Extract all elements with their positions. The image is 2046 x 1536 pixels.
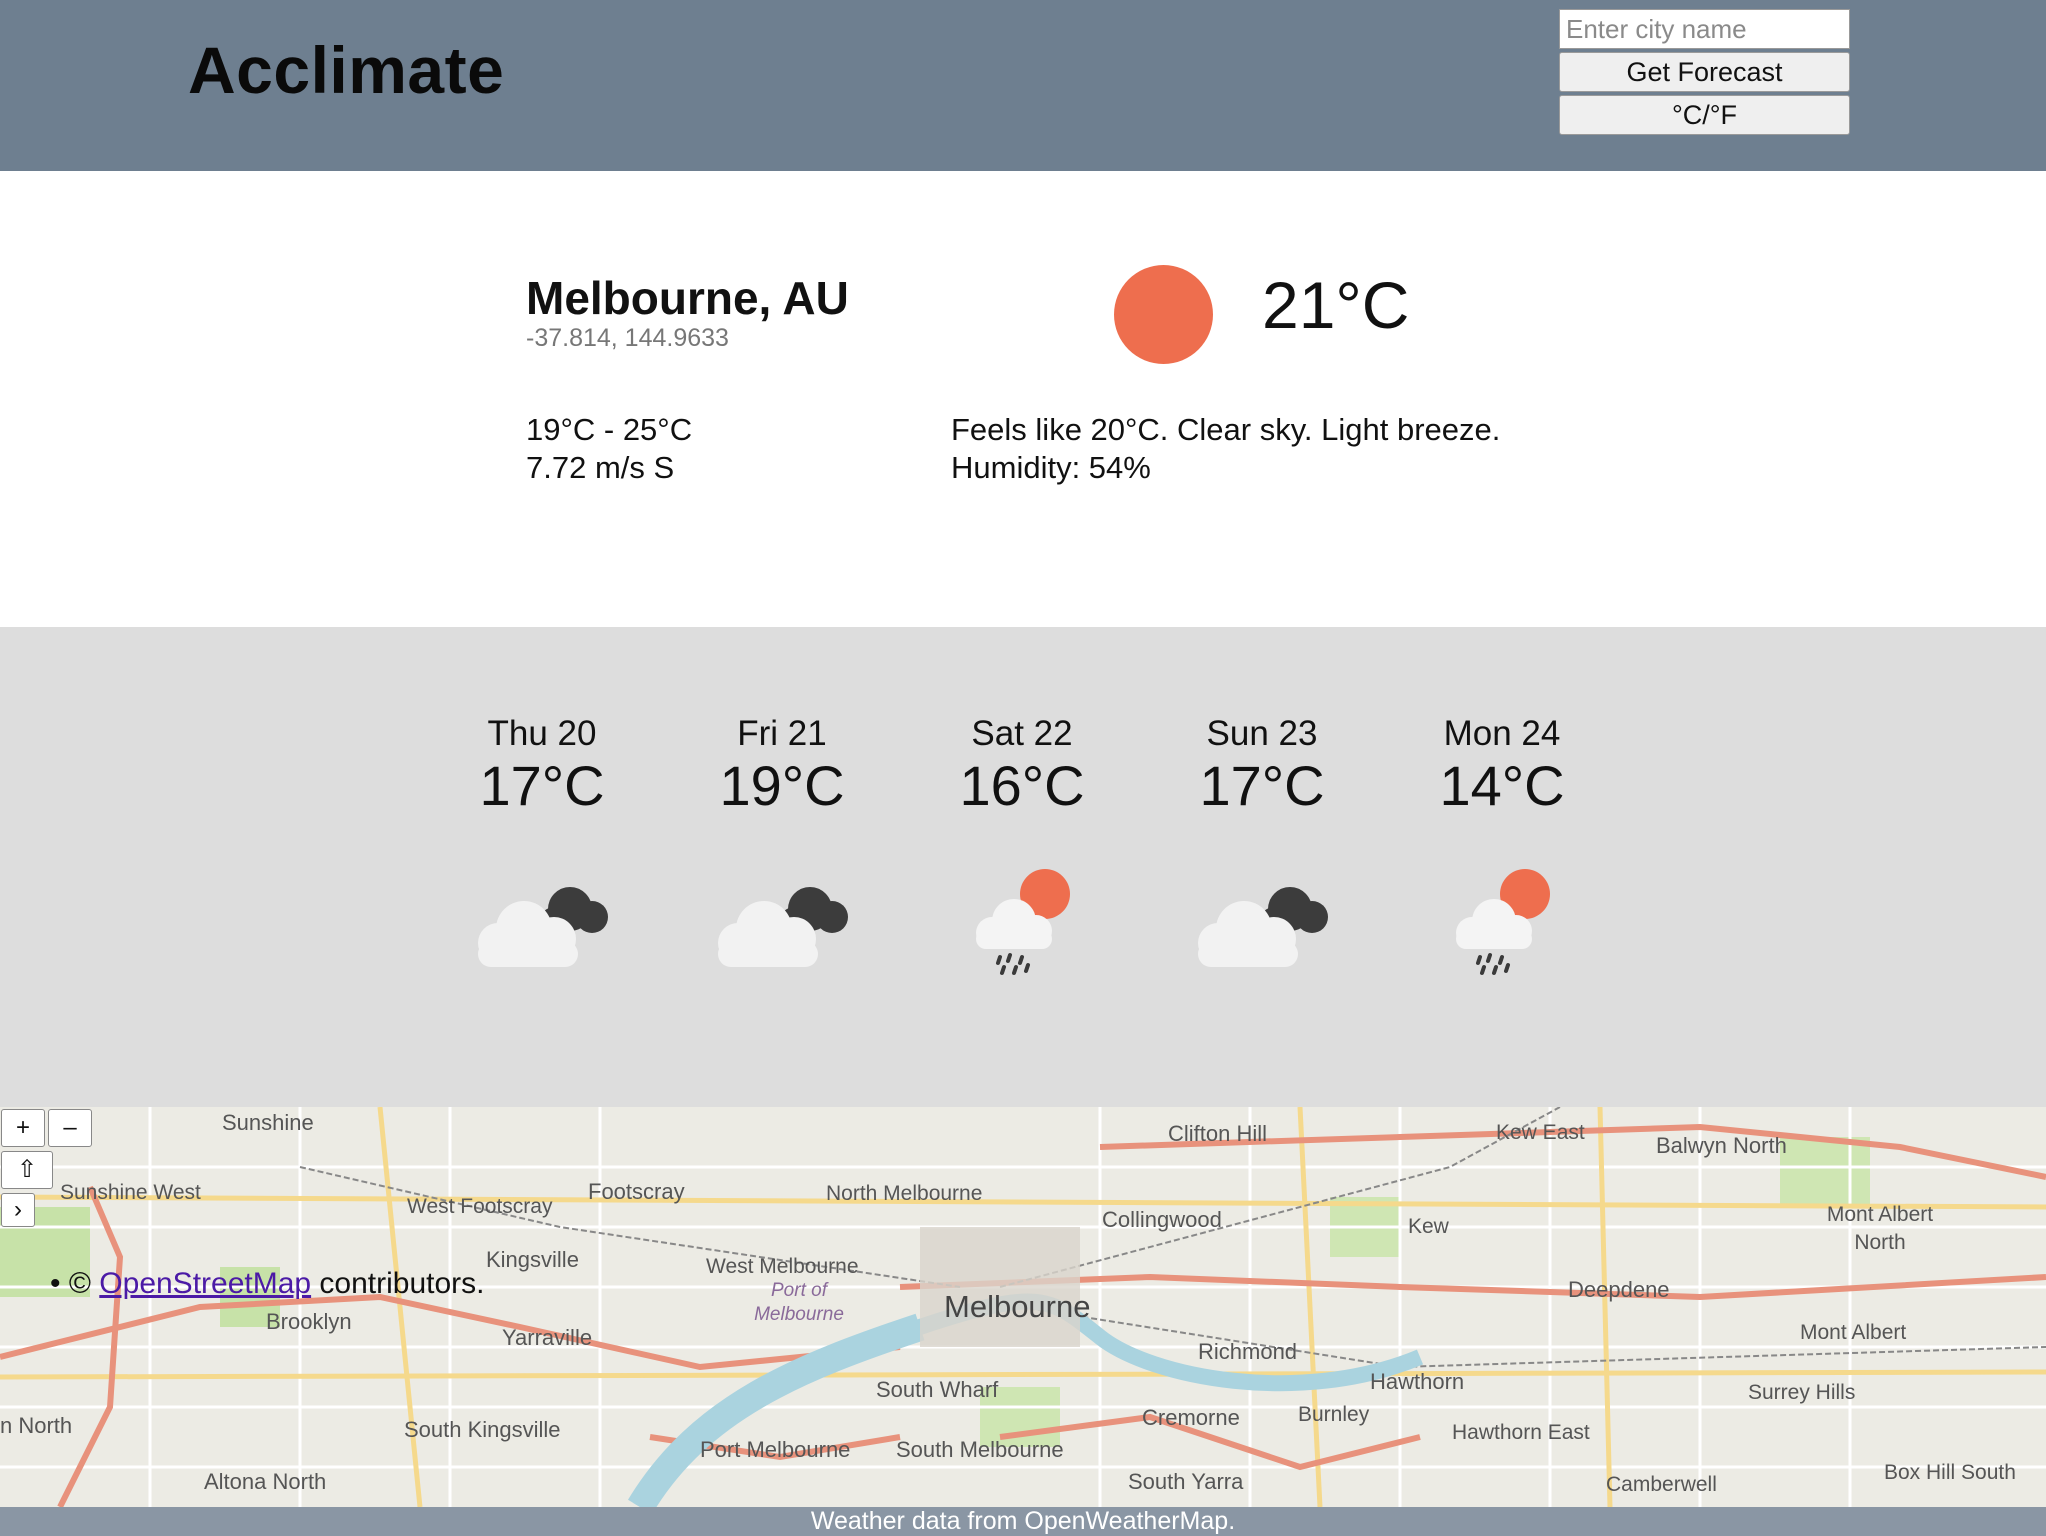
weather-summary: Feels like 20°C. Clear sky. Light breeze… (951, 412, 1501, 447)
map-label-port-of-melbourne: Port of Melbourne (754, 1280, 844, 1325)
forecast-day-label: Sat 22 (971, 714, 1073, 753)
map-attribution: • © OpenStreetMap contributors. (50, 1267, 485, 1301)
forecast-day-temp: 16°C (959, 754, 1085, 817)
expand-icon[interactable]: › (1, 1193, 35, 1227)
app-logo: Acclimate (188, 33, 505, 107)
map-label-north: n North (0, 1413, 73, 1438)
cloud-icon (478, 887, 608, 967)
forecast-day-3: Sat 22 16°C (902, 713, 1142, 817)
map-label-camberwell: Camberwell (1606, 1473, 1717, 1496)
zoom-in-button[interactable]: + (1, 1109, 45, 1147)
map-label-collingwood: Collingwood (1102, 1207, 1222, 1232)
forecast-day-label: Thu 20 (487, 714, 597, 753)
attribution-prefix: © (68, 1267, 100, 1300)
sun-icon (1114, 265, 1213, 364)
get-forecast-button[interactable]: Get Forecast (1559, 52, 1850, 92)
map-label-sunshine-west: Sunshine West (60, 1181, 201, 1204)
app-header: Acclimate Get Forecast °C/°F (0, 0, 2046, 171)
forecast-day-1: Thu 20 17°C (422, 713, 662, 817)
map-label-altona-north: Altona North (204, 1469, 327, 1494)
humidity: Humidity: 54% (951, 450, 1151, 485)
map-label-brooklyn: Brooklyn (266, 1309, 352, 1334)
forecast-day-label: Sun 23 (1206, 714, 1318, 753)
map-label-south-kingsville: South Kingsville (404, 1417, 561, 1442)
city-name: Melbourne, AU (526, 272, 849, 324)
attribution-suffix: contributors. (311, 1267, 485, 1300)
cloud-icon (718, 887, 848, 967)
forecast-day-4: Sun 23 17°C (1142, 713, 1382, 817)
map-label-mont-albert: Mont Albert (1800, 1321, 1907, 1344)
map-label-south-melbourne: South Melbourne (896, 1437, 1064, 1462)
cloud-icon (1198, 887, 1328, 967)
temp-wind-block: 19°C - 25°C 7.72 m/s S (526, 411, 692, 487)
map-label-deepdene: Deepdene (1568, 1277, 1670, 1302)
unit-toggle-button[interactable]: °C/°F (1559, 95, 1850, 135)
forecast-day-5: Mon 24 14°C (1382, 713, 1622, 817)
map-label-footscray: Footscray (588, 1179, 685, 1204)
map-label-kingsville: Kingsville (486, 1247, 579, 1272)
map-label-surrey-hills: Surrey Hills (1748, 1381, 1856, 1404)
map-label-north-melbourne: North Melbourne (826, 1182, 983, 1205)
temperature-range: 19°C - 25°C (526, 412, 693, 447)
zoom-out-button[interactable]: – (48, 1109, 92, 1147)
forecast-panel: Thu 20 17°C Fri 21 19°C Sat 22 16°C Sun … (0, 627, 2046, 1107)
city-coordinates: -37.814, 144.9633 (526, 324, 729, 352)
forecast-day-label: Mon 24 (1443, 714, 1561, 753)
forecast-day-temp: 17°C (479, 754, 605, 817)
current-temperature: 21°C (1262, 268, 1410, 342)
map-label-yarraville: Yarraville (502, 1325, 593, 1350)
map-label-balwyn-north: Balwyn North (1656, 1133, 1787, 1158)
forecast-day-2: Fri 21 19°C (662, 713, 902, 817)
map-label-hawthorn: Hawthorn (1370, 1369, 1465, 1394)
map-label-burnley: Burnley (1298, 1403, 1370, 1426)
map-label-box-hill-south: Box Hill South (1884, 1461, 2016, 1484)
map-label-west-melbourne: West Melbourne (706, 1255, 859, 1278)
map-label-port-melbourne: Port Melbourne (700, 1437, 851, 1462)
map-label-south-wharf: South Wharf (876, 1377, 999, 1402)
map-label-richmond: Richmond (1198, 1339, 1298, 1364)
home-icon[interactable]: ⇧ (1, 1151, 53, 1189)
map-label-mont-albert-north: Mont Albert North (1826, 1203, 1934, 1254)
city-search-input[interactable] (1559, 9, 1850, 49)
map-label-kew-east: Kew East (1496, 1121, 1585, 1144)
forecast-day-temp: 17°C (1199, 754, 1325, 817)
map-label-sunshine: Sunshine (222, 1110, 314, 1135)
map-label-cremorne: Cremorne (1142, 1405, 1240, 1430)
forecast-day-label: Fri 21 (737, 714, 827, 753)
rain-sun-icon (976, 869, 1070, 975)
map-view[interactable]: Sunshine Sunshine West Footscray West Fo… (0, 1107, 2046, 1507)
map-label-west-footscray: West Footscray (407, 1195, 553, 1218)
forecast-day-temp: 19°C (719, 754, 845, 817)
bullet-icon: • (50, 1267, 69, 1300)
map-label-kew: Kew (1408, 1215, 1449, 1238)
forecast-day-temp: 14°C (1439, 754, 1565, 817)
map-label-clifton-hill: Clifton Hill (1168, 1121, 1268, 1146)
openstreetmap-link[interactable]: OpenStreetMap (99, 1267, 311, 1300)
map-label-south-yarra: South Yarra (1128, 1469, 1244, 1494)
rain-sun-icon (1456, 869, 1550, 975)
current-weather-panel: Melbourne, AU -37.814, 144.9633 21°C 19°… (0, 171, 2046, 627)
map-label-hawthorn-east: Hawthorn East (1452, 1421, 1590, 1444)
footer-credit: Weather data from OpenWeatherMap. (0, 1507, 2046, 1536)
search-controls: Get Forecast °C/°F (1559, 9, 1850, 138)
weather-description-block: Feels like 20°C. Clear sky. Light breeze… (951, 411, 1500, 487)
wind-speed: 7.72 m/s S (526, 450, 675, 485)
map-label-melbourne: Melbourne (944, 1289, 1091, 1324)
